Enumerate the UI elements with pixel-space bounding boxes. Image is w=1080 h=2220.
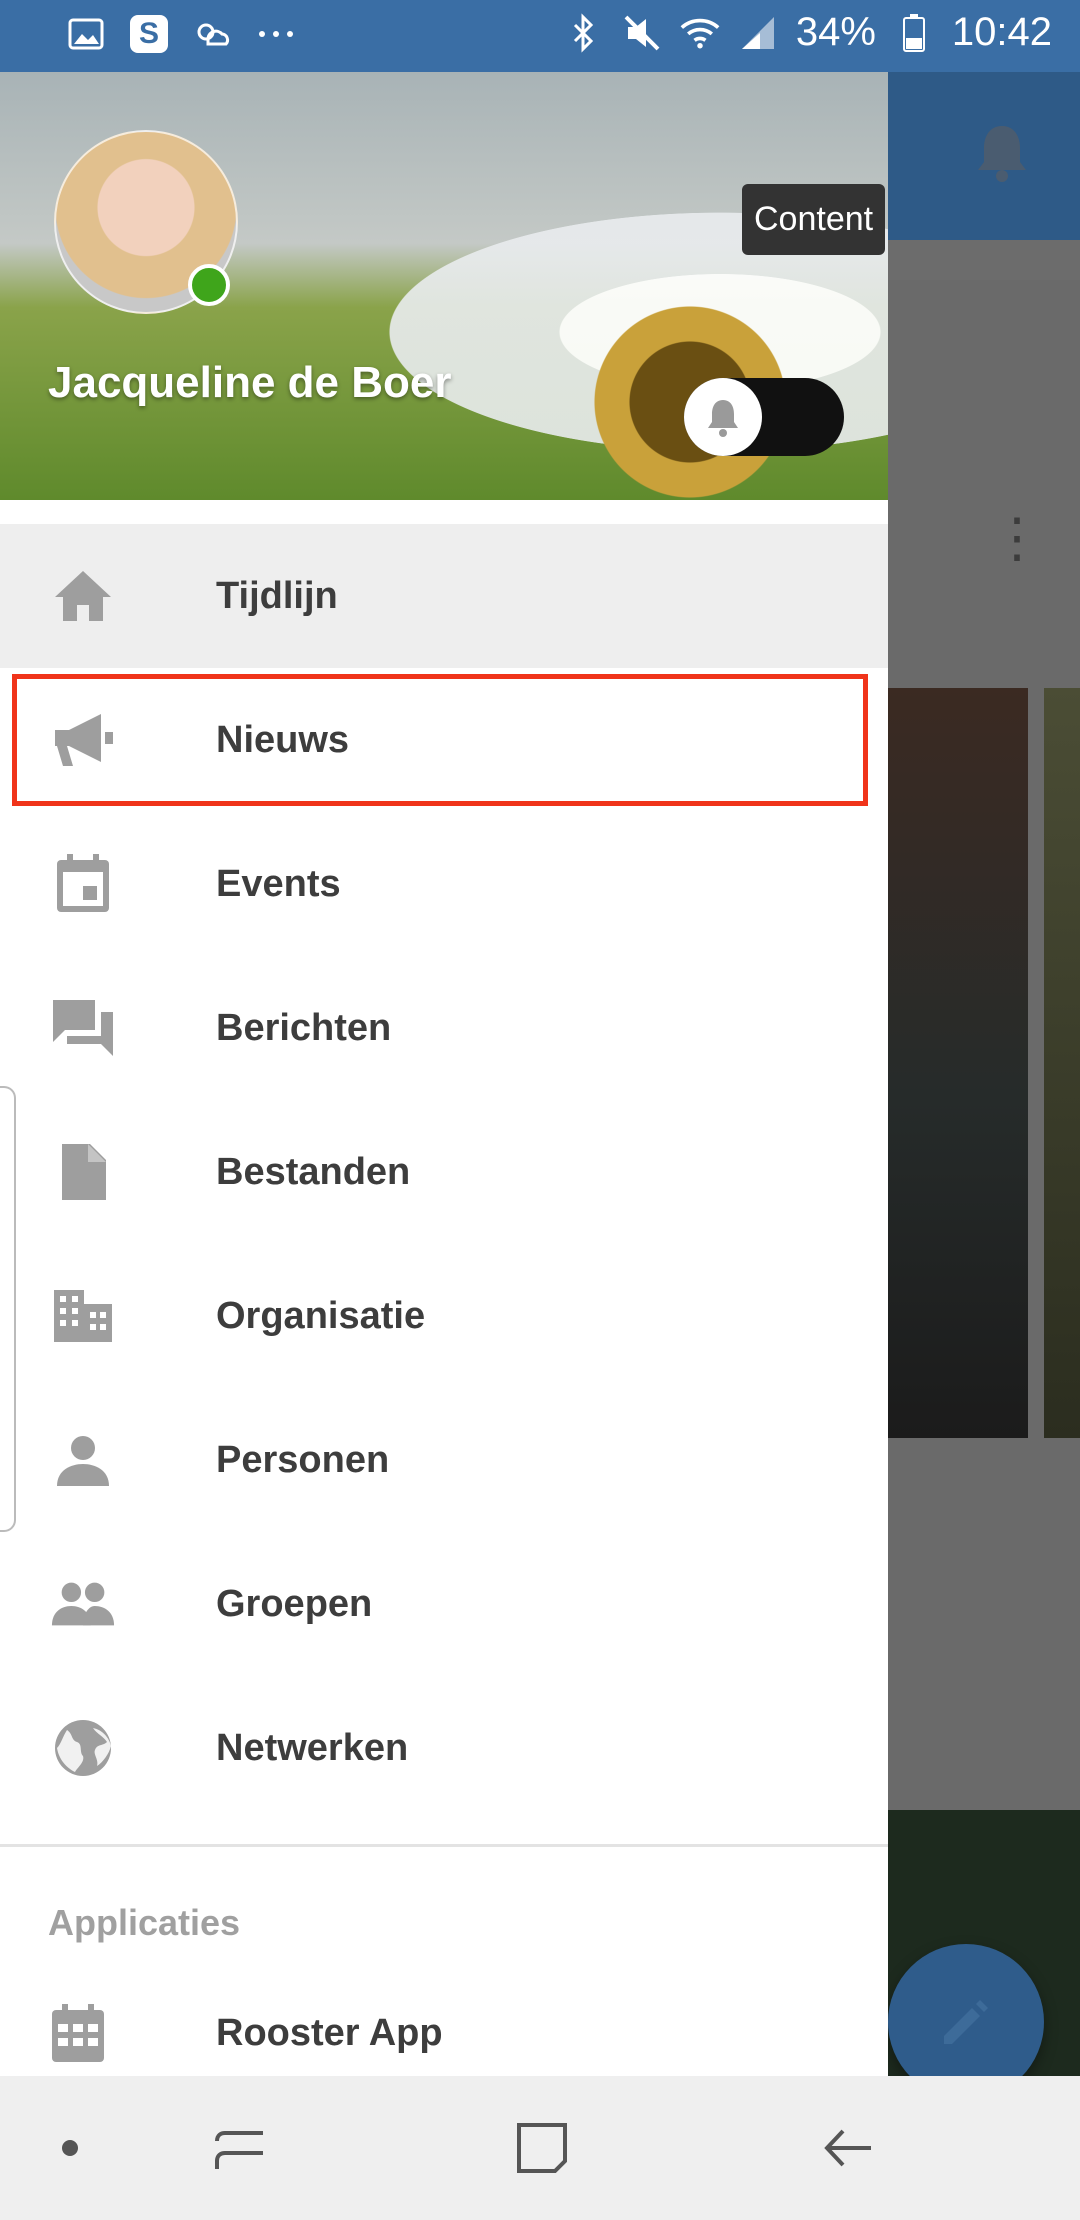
calendar-icon	[50, 854, 116, 914]
drawer-header: Jacqueline de Boer	[0, 72, 888, 500]
group-icon	[50, 1574, 116, 1634]
post-image-secondary	[1044, 688, 1080, 1438]
menu-item-tijdlijn[interactable]: Tijdlijn	[0, 524, 888, 668]
menu-item-bestanden[interactable]: Bestanden	[0, 1100, 888, 1244]
menu-item-netwerken[interactable]: Netwerken	[0, 1676, 888, 1820]
status-bar: S 34% 10:42	[0, 0, 1080, 72]
wifi-icon	[680, 13, 720, 53]
home-square-icon	[517, 2123, 567, 2173]
toggle-knob	[684, 378, 762, 456]
battery-icon	[894, 13, 934, 53]
menu-item-label: Events	[216, 862, 341, 905]
menu-item-nieuws[interactable]: Nieuws	[0, 668, 888, 812]
mute-icon	[622, 13, 662, 53]
menu-item-label: Organisatie	[216, 1294, 426, 1337]
menu-item-label: Bestanden	[216, 1150, 411, 1193]
recent-apps-button[interactable]	[208, 2116, 272, 2180]
more-notifications-icon	[256, 14, 296, 54]
weather-icon	[192, 14, 232, 54]
home-icon	[50, 566, 116, 626]
menu-item-organisatie[interactable]: Organisatie	[0, 1244, 888, 1388]
post-image	[888, 688, 1028, 1438]
chat-icon	[50, 998, 116, 1058]
pencil-icon	[944, 2000, 988, 2044]
user-name: Jacqueline de Boer	[48, 358, 452, 407]
image-icon	[66, 14, 106, 54]
system-nav-bar	[0, 2076, 1080, 2220]
menu-item-label: Personen	[216, 1438, 390, 1481]
menu-item-groepen[interactable]: Groepen	[0, 1532, 888, 1676]
menu-item-personen[interactable]: Personen	[0, 1388, 888, 1532]
section-title: Applicaties	[48, 1902, 241, 1943]
file-icon	[50, 1142, 116, 1202]
battery-percent: 34%	[795, 10, 876, 54]
menu-item-label: Berichten	[216, 1006, 392, 1049]
signal-icon	[738, 13, 778, 53]
menu-item-berichten[interactable]: Berichten	[0, 956, 888, 1100]
menu-item-label: Tijdlijn	[216, 574, 338, 617]
back-button[interactable]	[816, 2116, 880, 2180]
globe-icon	[50, 1718, 116, 1778]
dot-indicator-icon	[38, 2116, 102, 2180]
back-arrow-icon	[824, 2129, 871, 2167]
notifications-bell-icon[interactable]	[972, 122, 1032, 182]
menu-item-label: Rooster App	[216, 2012, 443, 2054]
menu-item-label: Netwerken	[216, 1726, 409, 1769]
online-status-indicator	[188, 264, 230, 306]
megaphone-icon	[50, 710, 116, 770]
calendar-grid-icon	[50, 2004, 116, 2064]
menu-item-events[interactable]: Events	[0, 812, 888, 956]
menu-item-rooster-app[interactable]: Rooster App	[0, 1972, 888, 2076]
person-icon	[50, 1430, 116, 1490]
edge-panel-handle[interactable]	[0, 1086, 16, 1532]
drawer-menu: Tijdlijn Nieuws Events Berichten Bestand…	[0, 524, 888, 1820]
bell-icon	[708, 400, 738, 437]
navigation-drawer: Jacqueline de Boer Tijdlijn Nieuws Event…	[0, 72, 888, 2076]
home-button[interactable]	[510, 2116, 574, 2180]
building-icon	[50, 1286, 116, 1346]
s-app-icon: S	[130, 15, 168, 53]
clock: 10:42	[951, 10, 1052, 54]
menu-item-label: Nieuws	[216, 718, 350, 761]
menu-divider	[0, 1844, 888, 1847]
recents-icon	[215, 2131, 263, 2169]
menu-item-label: Groepen	[216, 1582, 373, 1625]
content-tooltip: Content	[742, 184, 886, 255]
notification-toggle[interactable]	[684, 378, 844, 456]
bluetooth-icon	[564, 12, 604, 53]
more-options-icon[interactable]: ⋮	[990, 511, 1044, 565]
